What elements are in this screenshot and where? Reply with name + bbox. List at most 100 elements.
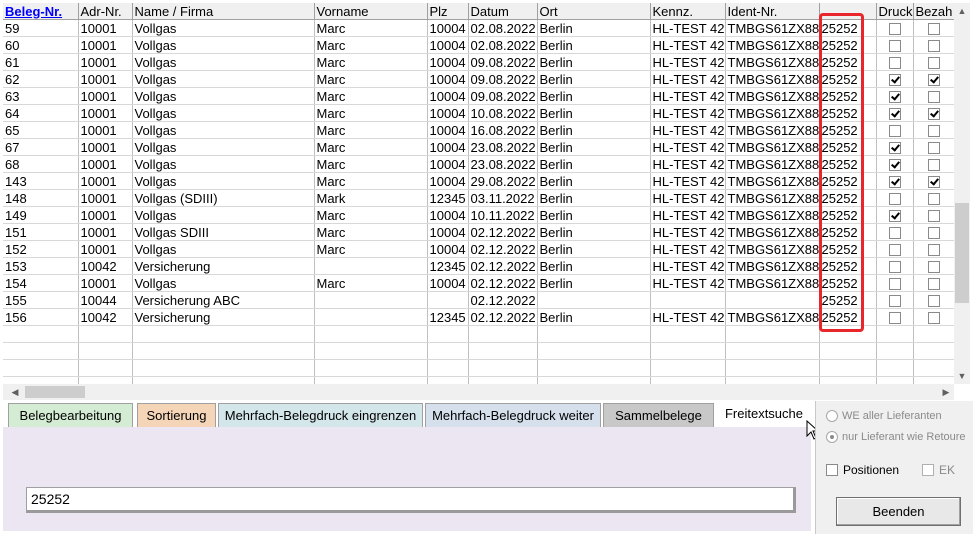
column-header-druck[interactable]: Druck: [876, 3, 914, 20]
druck-checkbox[interactable]: [888, 91, 901, 104]
column-header-ident-nr[interactable]: Ident-Nr.: [725, 3, 820, 20]
empty-cell: [537, 342, 651, 360]
table-row[interactable]: 143 10001 Vollgas Marc 10004 29.08.2022 Berlin…: [3, 172, 954, 190]
tab-freitextsuche[interactable]: Freitextsuche: [716, 403, 812, 427]
cell-adr: 10001: [78, 274, 133, 292]
druck-checkbox[interactable]: [888, 40, 901, 53]
druck-checkbox[interactable]: [888, 57, 901, 70]
column-header-value[interactable]: [819, 3, 877, 20]
bezahlt-checkbox[interactable]: [927, 227, 940, 240]
checkbox-ek[interactable]: EK: [922, 463, 955, 477]
table-row[interactable]: 151 10001 Vollgas SDIII Marc 10004 02.12.2022…: [3, 223, 954, 241]
table-row[interactable]: 64 10001 Vollgas Marc 10004 10.08.2022 Berlin H…: [3, 104, 954, 122]
empty-cell: [314, 342, 428, 360]
table-row[interactable]: 152 10001 Vollgas Marc 10004 02.12.2022 Berlin…: [3, 240, 954, 258]
belege-grid[interactable]: Beleg-Nr. Adr-Nr. Name / Firma Vorname P…: [3, 3, 954, 384]
bezahlt-checkbox[interactable]: [927, 244, 940, 257]
table-row[interactable]: 154 10001 Vollgas Marc 10004 02.12.2022 Berlin…: [3, 274, 954, 292]
column-header-name-firma[interactable]: Name / Firma: [132, 3, 315, 20]
bezahlt-checkbox[interactable]: [927, 23, 940, 36]
bezahlt-checkbox[interactable]: [927, 193, 940, 206]
column-header-kennz[interactable]: Kennz.: [650, 3, 726, 20]
column-header-ort[interactable]: Ort: [537, 3, 651, 20]
bezahlt-checkbox[interactable]: [927, 278, 940, 291]
scroll-left-icon[interactable]: ◀: [7, 384, 23, 400]
cell-vorname: Marc: [314, 172, 428, 190]
bezahlt-checkbox[interactable]: [927, 142, 940, 155]
scroll-up-icon[interactable]: ▲: [954, 3, 970, 19]
bezahlt-checkbox[interactable]: [927, 108, 940, 121]
table-row[interactable]: 67 10001 Vollgas Marc 10004 23.08.2022 Berlin H…: [3, 138, 954, 156]
cell-druck: [876, 138, 914, 156]
table-row[interactable]: 148 10001 Vollgas (SDIII) Mark 12345 03.11.20…: [3, 189, 954, 207]
vertical-scrollbar[interactable]: ▲ ▼: [954, 3, 970, 384]
empty-cell: [132, 359, 315, 377]
table-row[interactable]: 65 10001 Vollgas Marc 10004 16.08.2022 Berlin H…: [3, 121, 954, 139]
horizontal-scrollbar[interactable]: ◀ ▶: [3, 384, 954, 400]
bezahlt-checkbox[interactable]: [927, 312, 940, 325]
checkbox-positionen[interactable]: Positionen: [826, 463, 899, 477]
cell-druck: [876, 206, 914, 224]
druck-checkbox[interactable]: [888, 210, 901, 223]
cell-adr: 10001: [78, 36, 133, 54]
druck-checkbox[interactable]: [888, 278, 901, 291]
cell-druck: [876, 19, 914, 37]
scroll-down-icon[interactable]: ▼: [954, 368, 970, 384]
druck-checkbox[interactable]: [888, 261, 901, 274]
bezahlt-checkbox[interactable]: [927, 57, 940, 70]
radio-we-all-suppliers[interactable]: WE aller Lieferanten: [826, 410, 942, 422]
table-row[interactable]: 68 10001 Vollgas Marc 10004 23.08.2022 Berlin H…: [3, 155, 954, 173]
column-header-adr-nr[interactable]: Adr-Nr.: [78, 3, 133, 20]
cell-name: Vollgas: [132, 53, 315, 71]
tab-sortierung[interactable]: Sortierung: [137, 403, 216, 427]
druck-checkbox[interactable]: [888, 74, 901, 87]
column-header-plz[interactable]: Plz: [427, 3, 469, 20]
table-row[interactable]: 61 10001 Vollgas Marc 10004 09.08.2022 Berlin H…: [3, 53, 954, 71]
column-header-vorname[interactable]: Vorname: [314, 3, 428, 20]
druck-checkbox[interactable]: [888, 312, 901, 325]
table-row[interactable]: 153 10042 Versicherung 12345 02.12.2022 Berli…: [3, 257, 954, 275]
druck-checkbox[interactable]: [888, 193, 901, 206]
tab-sammelbelege[interactable]: Sammelbelege: [603, 403, 714, 427]
druck-checkbox[interactable]: [888, 244, 901, 257]
tab-mehrfach-belegdruck-weiter[interactable]: Mehrfach-Belegdruck weiter: [425, 403, 601, 427]
scroll-right-icon[interactable]: ▶: [938, 384, 954, 400]
tab-mehrfach-belegdruck-eingrenzen[interactable]: Mehrfach-Belegdruck eingrenzen: [218, 403, 423, 427]
tab-belegbearbeitung[interactable]: Belegbearbeitung: [8, 403, 133, 427]
bezahlt-checkbox[interactable]: [927, 295, 940, 308]
druck-checkbox[interactable]: [888, 108, 901, 121]
freitext-search-input[interactable]: [26, 487, 796, 513]
bezahlt-checkbox[interactable]: [927, 91, 940, 104]
bezahlt-checkbox[interactable]: [927, 40, 940, 53]
druck-checkbox[interactable]: [888, 227, 901, 240]
column-header-datum[interactable]: Datum: [468, 3, 538, 20]
table-row[interactable]: 155 10044 Versicherung ABC 02.12.2022 25252: [3, 291, 954, 309]
bezahlt-checkbox[interactable]: [927, 210, 940, 223]
table-row[interactable]: 149 10001 Vollgas Marc 10004 10.11.2022 Berlin…: [3, 206, 954, 224]
cell-plz: 10004: [427, 274, 469, 292]
vertical-scroll-thumb[interactable]: [955, 203, 969, 303]
column-header-bezahlt[interactable]: Bezah: [913, 3, 954, 20]
table-row[interactable]: 156 10042 Versicherung 12345 02.12.2022 Berli…: [3, 308, 954, 326]
druck-checkbox[interactable]: [888, 142, 901, 155]
druck-checkbox[interactable]: [888, 295, 901, 308]
empty-cell: [3, 342, 79, 360]
cell-ident: TMBGS61ZX88: [725, 223, 820, 241]
table-row[interactable]: 63 10001 Vollgas Marc 10004 09.08.2022 Berlin H…: [3, 87, 954, 105]
bezahlt-checkbox[interactable]: [927, 261, 940, 274]
bezahlt-checkbox[interactable]: [927, 159, 940, 172]
table-row[interactable]: 59 10001 Vollgas Marc 10004 02.08.2022 Berlin H…: [3, 19, 954, 37]
column-header-beleg-nr[interactable]: Beleg-Nr.: [3, 3, 79, 20]
radio-only-supplier[interactable]: nur Lieferant wie Retoure: [826, 431, 966, 443]
bezahlt-checkbox[interactable]: [927, 176, 940, 189]
beenden-button[interactable]: Beenden: [836, 497, 961, 526]
horizontal-scroll-thumb[interactable]: [25, 386, 85, 398]
bezahlt-checkbox[interactable]: [927, 125, 940, 138]
table-row[interactable]: 60 10001 Vollgas Marc 10004 02.08.2022 Berlin H…: [3, 36, 954, 54]
druck-checkbox[interactable]: [888, 176, 901, 189]
table-row[interactable]: 62 10001 Vollgas Marc 10004 09.08.2022 Berlin H…: [3, 70, 954, 88]
bezahlt-checkbox[interactable]: [927, 74, 940, 87]
druck-checkbox[interactable]: [888, 23, 901, 36]
druck-checkbox[interactable]: [888, 125, 901, 138]
druck-checkbox[interactable]: [888, 159, 901, 172]
